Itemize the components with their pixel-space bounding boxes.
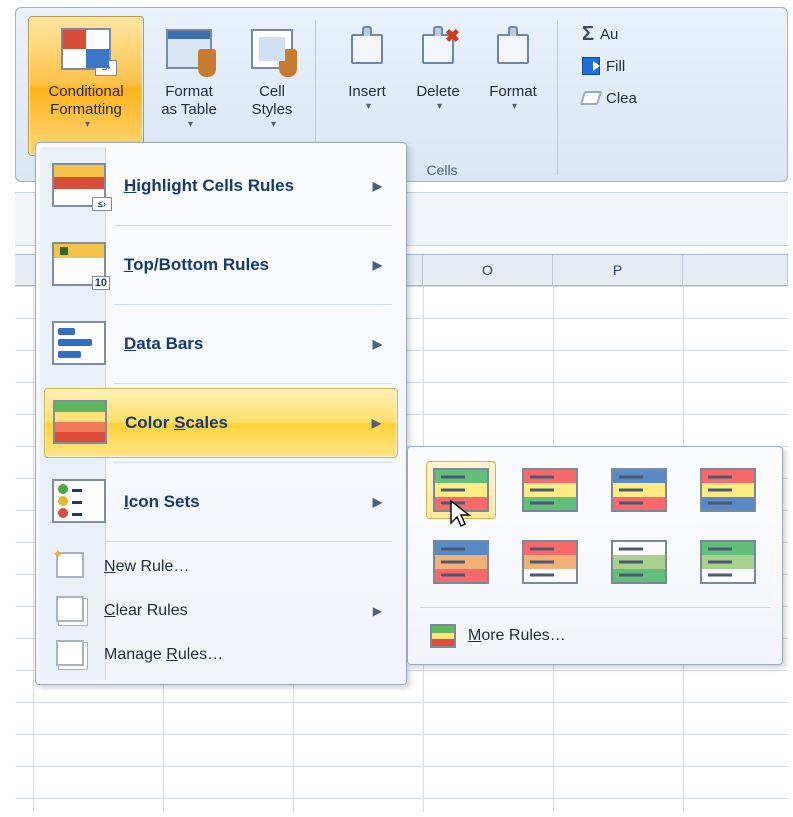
color-scale-swatch-icon [700,468,756,512]
color-scales-gallery: More Rules… [407,446,783,665]
menu-label: New Rule… [104,558,189,576]
format-cells-icon [485,21,541,77]
format-as-table-label: Format as Table [161,83,217,119]
color-scale-swatch-icon [433,468,489,512]
column-header-p[interactable]: P [553,255,683,285]
insert-button[interactable]: Insert▾ [332,16,402,156]
color-scale-preset-red-orange-white[interactable] [515,533,585,591]
color-scale-preset-green-white[interactable] [693,533,763,591]
sigma-icon: Σ [582,23,594,46]
color-scale-swatch-icon [433,540,489,584]
icon-sets-icon: ▬ ▬ ▬ [52,479,106,525]
menu-item-clear-rules[interactable]: Clear Rules ▶ [44,590,398,632]
menu-item-data-bars[interactable]: Data Bars ▶ [44,309,398,379]
conditional-formatting-icon: ≤› [58,21,114,77]
color-scales-icon [53,400,107,446]
column-header-next[interactable] [683,255,788,285]
color-scale-swatch-icon [611,540,667,584]
submenu-arrow-icon: ▶ [372,416,381,430]
conditional-formatting-button[interactable]: ≤› Conditional Formatting ▾ [28,16,144,156]
clear-label: Clea [606,90,637,107]
color-scale-preset-blue-white-red[interactable] [426,533,496,591]
gallery-grid [416,457,774,601]
menu-label: Color Scales [125,413,228,433]
top-bottom-icon: 10 [52,242,106,288]
format-as-table-icon [161,21,217,77]
menu-item-new-rule[interactable]: New Rule… [44,546,398,588]
more-rules-label: More Rules… [468,627,566,645]
color-scale-preset-red-yellow-blue[interactable] [693,461,763,519]
menu-item-icon-sets[interactable]: ▬ ▬ ▬ Icon Sets ▶ [44,467,398,537]
format-label: Format [489,83,537,101]
color-scale-preset-blue-yellow-red[interactable] [604,461,674,519]
format-button[interactable]: Format▾ [474,16,552,156]
color-scale-swatch-icon [522,540,578,584]
color-scale-swatch-icon [522,468,578,512]
gallery-separator [420,607,770,608]
cell-styles-label: Cell Styles [252,83,293,119]
manage-rules-icon [56,640,88,670]
delete-button[interactable]: Delete▾ [402,16,474,156]
menu-separator [114,304,392,305]
data-bars-icon [52,321,106,367]
highlight-cells-icon: ≤› [52,163,106,209]
fill-down-icon [582,57,600,75]
cell-styles-button[interactable]: Cell Styles ▾ [234,16,310,156]
format-as-table-button[interactable]: Format as Table ▾ [144,16,234,156]
gallery-more-rules[interactable]: More Rules… [416,614,774,658]
column-header-o[interactable]: O [423,255,553,285]
delete-label: Delete [416,83,459,101]
menu-label: Highlight Cells Rules [124,176,294,196]
clear-rules-icon [56,596,88,626]
eraser-icon [580,91,603,105]
color-scale-preset-red-yellow-green[interactable] [515,461,585,519]
menu-label: Clear Rules [104,602,188,620]
conditional-formatting-menu: ≤› Highlight Cells Rules ▶ 10 Top/Bottom… [35,142,407,685]
submenu-arrow-icon: ▶ [373,495,382,509]
delete-cells-icon [410,21,466,77]
submenu-arrow-icon: ▶ [373,258,382,272]
submenu-arrow-icon: ▶ [373,337,382,351]
new-rule-icon [56,552,88,582]
menu-separator [114,462,392,463]
menu-label: Manage Rules… [104,646,223,664]
menu-label: Top/Bottom Rules [124,255,269,275]
menu-item-manage-rules[interactable]: Manage Rules… [44,634,398,676]
autosum-button[interactable]: Σ Au [578,20,641,48]
autosum-label: Au [600,26,618,43]
submenu-arrow-icon: ▶ [373,604,382,618]
menu-item-top-bottom-rules[interactable]: 10 Top/Bottom Rules ▶ [44,230,398,300]
insert-cells-icon [339,21,395,77]
conditional-formatting-label: Conditional Formatting [48,83,123,119]
menu-item-highlight-cells-rules[interactable]: ≤› Highlight Cells Rules ▶ [44,151,398,221]
menu-label: Icon Sets [124,492,200,512]
clear-button[interactable]: Clea [578,84,641,112]
fill-label: Fill [606,58,625,75]
menu-separator [114,225,392,226]
color-scale-swatch-icon [611,468,667,512]
menu-item-color-scales[interactable]: Color Scales ▶ [44,388,398,458]
color-scale-swatch-icon [700,540,756,584]
menu-separator [114,383,392,384]
color-scale-preset-green-yellow-red[interactable] [426,461,496,519]
submenu-arrow-icon: ▶ [373,179,382,193]
fill-button[interactable]: Fill [578,52,641,80]
insert-label: Insert [348,83,386,101]
ribbon-group-editing: Σ Au Fill Clea [568,14,649,181]
cell-styles-icon [244,21,300,77]
color-scale-preset-white-green[interactable] [604,533,674,591]
menu-label: Data Bars [124,334,203,354]
